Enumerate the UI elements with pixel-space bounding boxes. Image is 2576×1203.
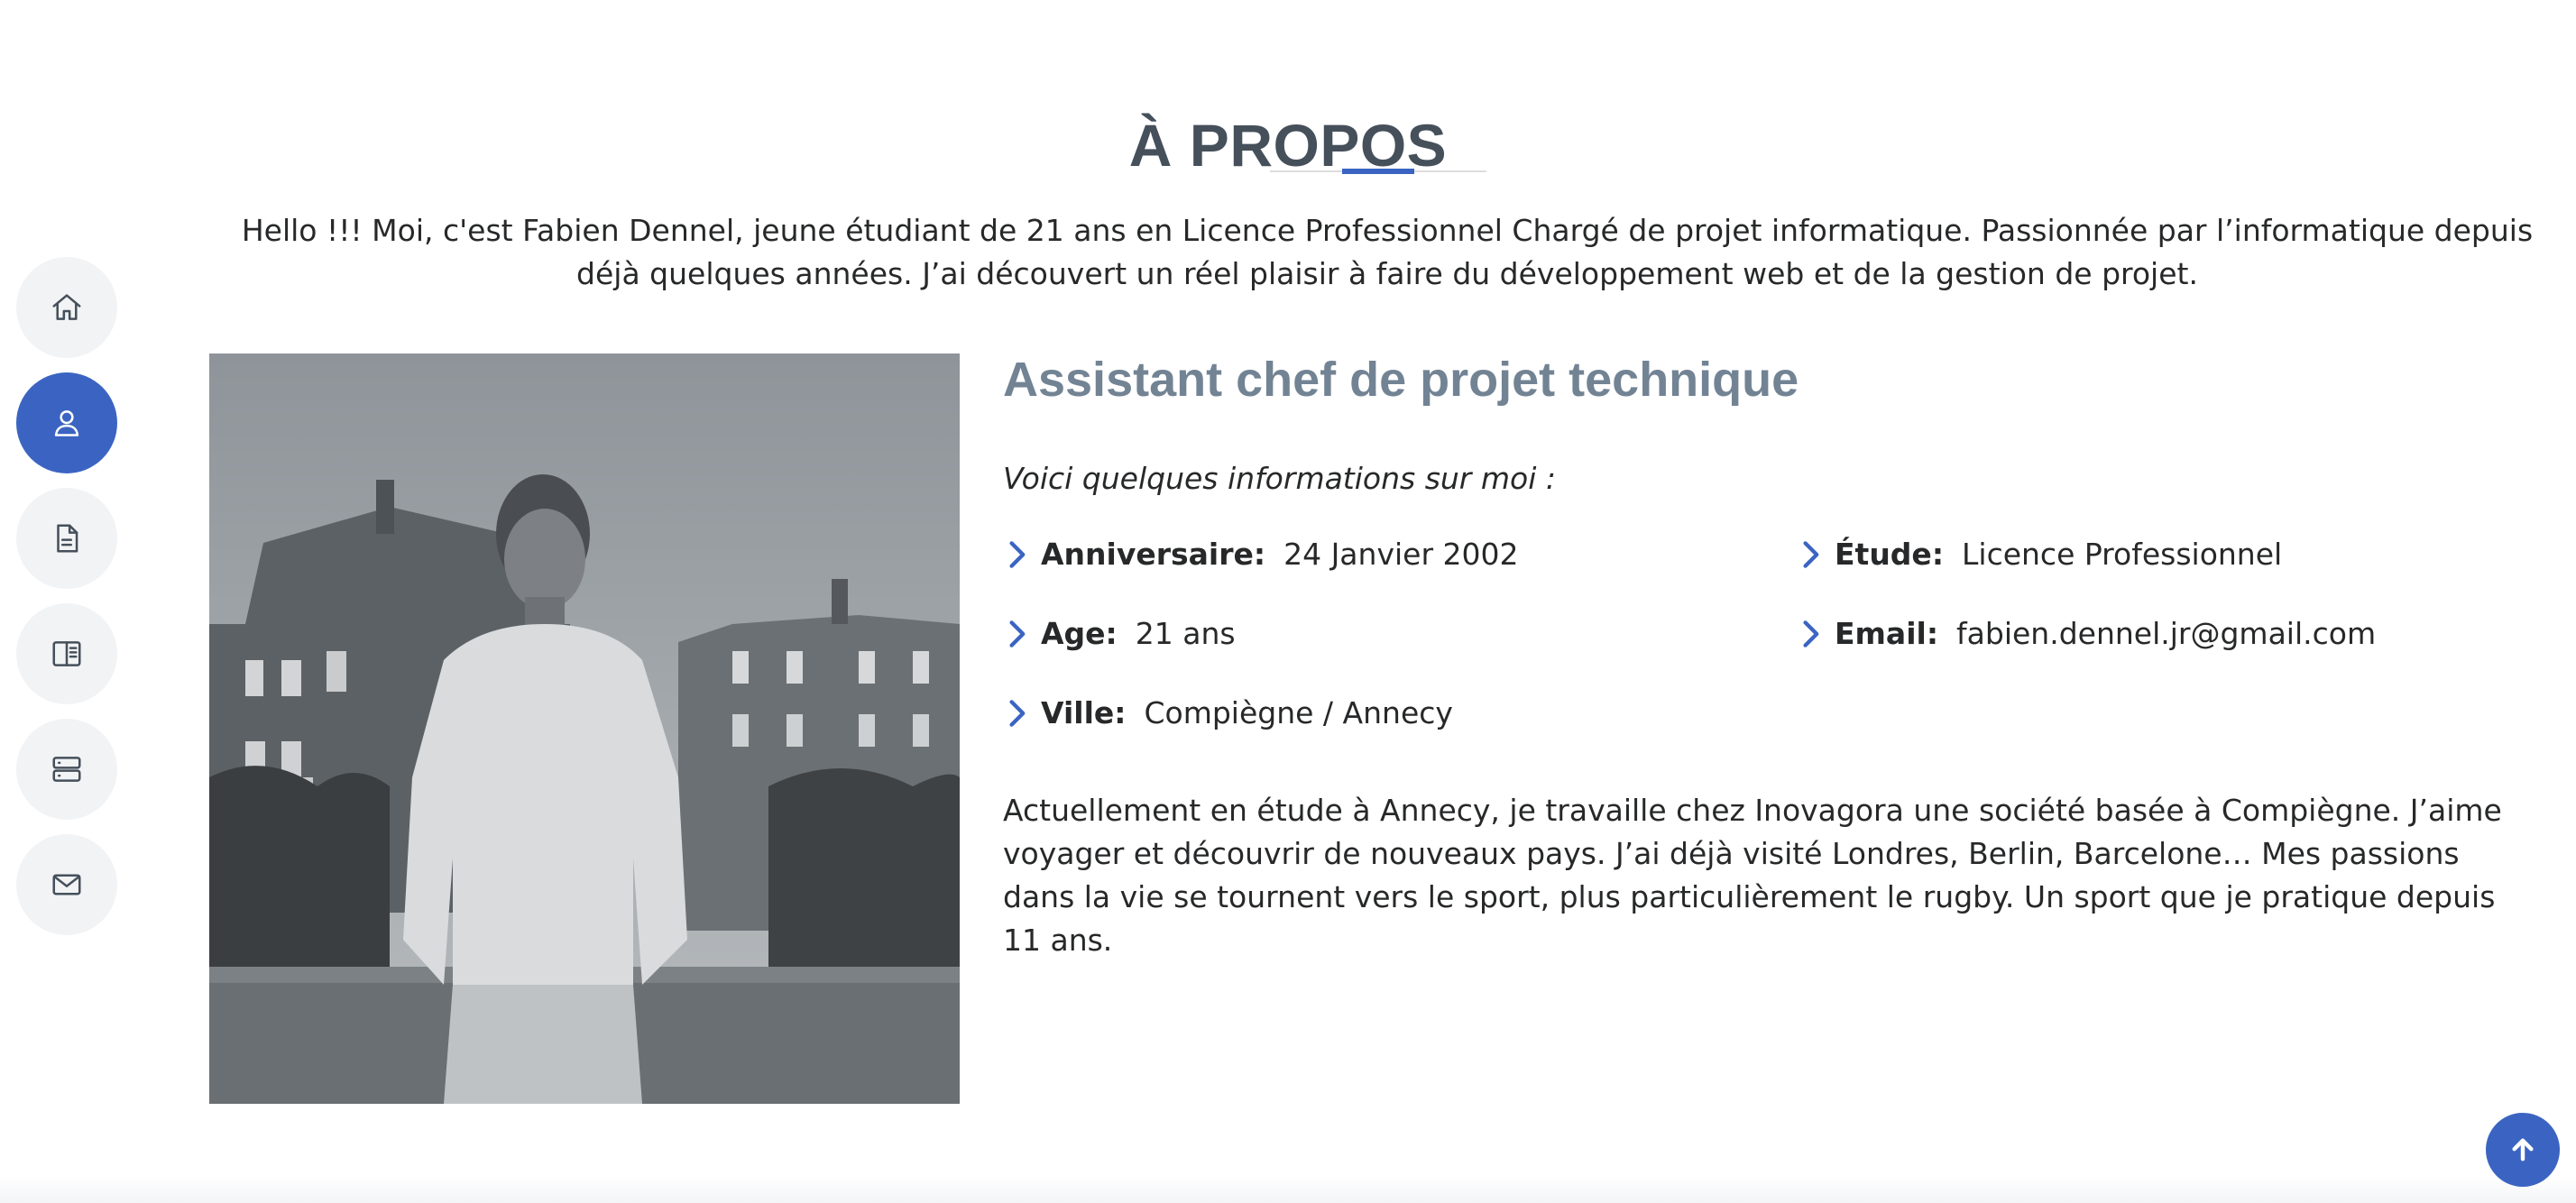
chevron-right-icon	[1003, 538, 1030, 571]
about-content: Assistant chef de projet technique Voici…	[1003, 347, 2536, 992]
fact-label: Ville:	[1041, 695, 1127, 730]
bio-text: Actuellement en étude à Annecy, je trava…	[1003, 793, 2502, 958]
chevron-right-icon	[1797, 618, 1824, 650]
server-icon	[52, 757, 81, 782]
profile-photo	[209, 354, 960, 1104]
back-to-top-button[interactable]	[2486, 1113, 2560, 1187]
nav-portfolio-button[interactable]	[16, 603, 117, 704]
chevron-right-icon	[1003, 697, 1030, 730]
chevron-right-icon	[1797, 538, 1824, 571]
arrow-up-icon	[2512, 1138, 2534, 1162]
section-bottom-shadow	[0, 1176, 2576, 1203]
envelope-icon	[52, 874, 81, 895]
section-title: À PROPOS	[1128, 111, 1448, 179]
nav-resume-button[interactable]	[16, 488, 117, 589]
chevron-right-icon	[1003, 618, 1030, 650]
nav-services-button[interactable]	[16, 719, 117, 820]
fact-value: fabien.dennel.jr@gmail.com	[1956, 616, 2377, 651]
fact-email: Email: fabien.dennel.jr@gmail.com	[1797, 614, 2376, 654]
fact-value: Licence Professionnel	[1962, 537, 2283, 572]
home-icon	[52, 294, 81, 320]
fact-label: Email:	[1835, 616, 1939, 651]
role-title: Assistant chef de projet technique	[1003, 353, 1799, 407]
fact-label: Étude:	[1835, 537, 1945, 572]
fact-label: Anniversaire:	[1041, 537, 1266, 572]
fact-age: Age: 21 ans	[1003, 614, 1236, 654]
fact-value: Compiègne / Annecy	[1144, 695, 1453, 730]
fact-label: Age:	[1041, 616, 1118, 651]
title-divider-accent	[1342, 169, 1414, 174]
document-icon	[57, 524, 78, 553]
fact-city: Ville: Compiègne / Annecy	[1003, 693, 1453, 733]
nav-contact-button[interactable]	[16, 834, 117, 935]
nav-about-button[interactable]	[16, 372, 117, 473]
info-tagline: Voici quelques informations sur moi :	[1003, 461, 1556, 496]
fact-birthday: Anniversaire: 24 Janvier 2002	[1003, 535, 1518, 574]
fact-value: 21 ans	[1135, 616, 1236, 651]
info-list: Anniversaire: 24 Janvier 2002 Étude: Lic…	[1003, 526, 2536, 769]
nav-home-button[interactable]	[16, 257, 117, 358]
book-icon	[52, 641, 81, 666]
side-nav	[16, 257, 117, 950]
intro-text: Hello !!! Moi, c'est Fabien Dennel, jeun…	[241, 213, 2534, 291]
fact-study: Étude: Licence Professionnel	[1797, 535, 2282, 574]
fact-value: 24 Janvier 2002	[1283, 537, 1519, 572]
user-icon	[54, 410, 79, 436]
